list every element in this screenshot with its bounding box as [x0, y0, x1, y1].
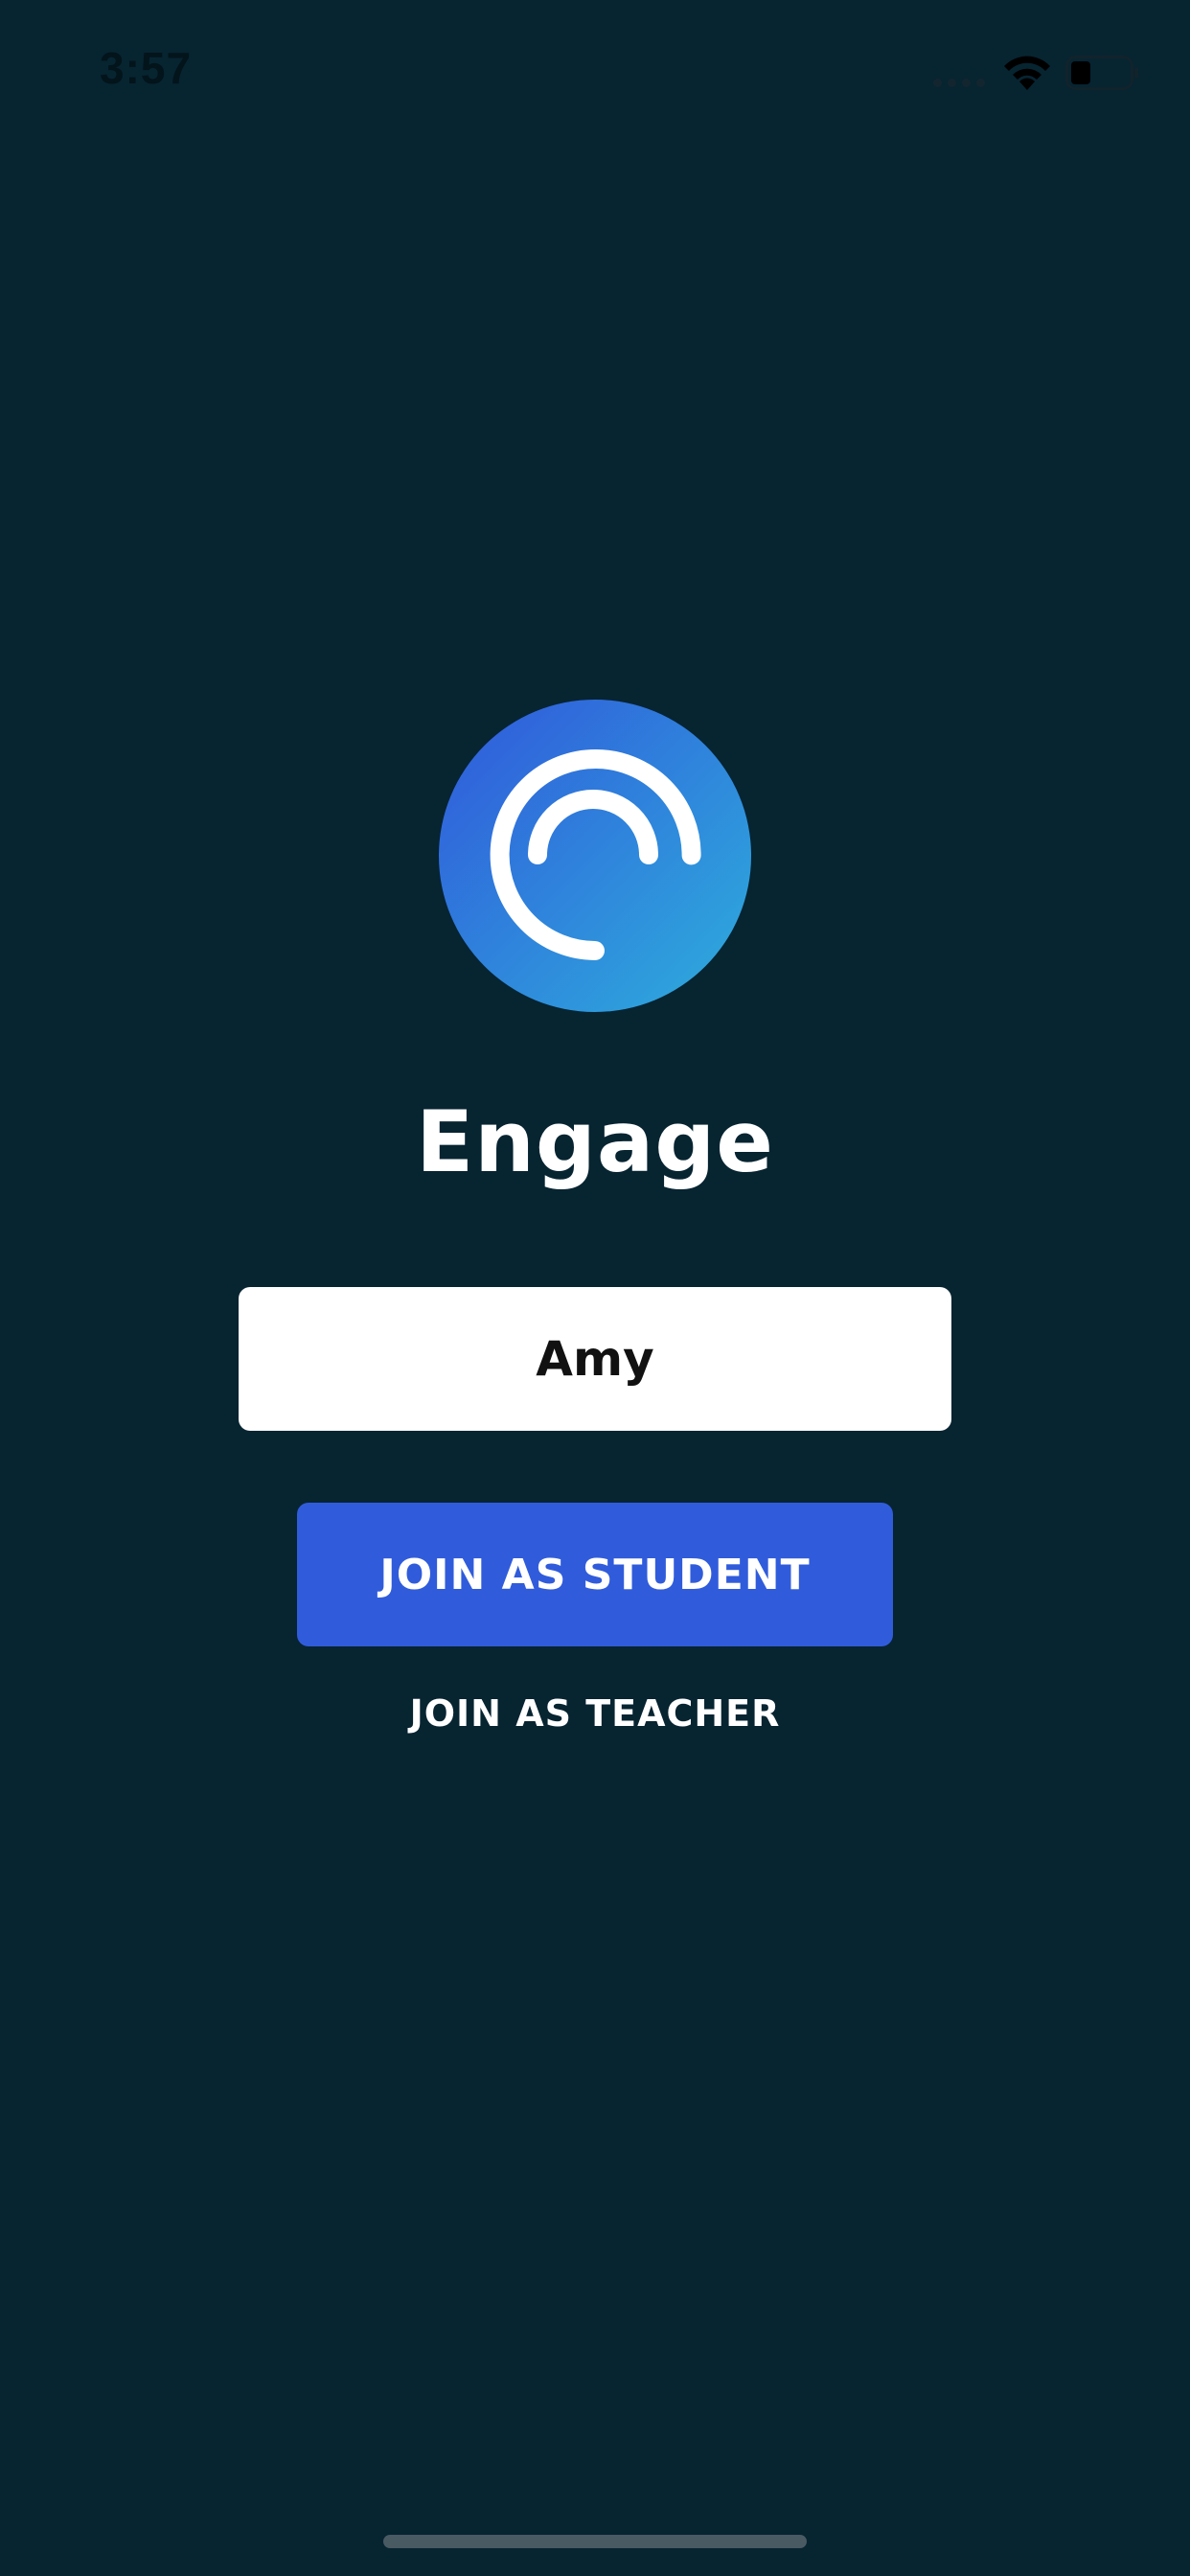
join-as-student-button[interactable]: JOIN AS STUDENT	[297, 1503, 893, 1646]
status-time: 3:57	[100, 43, 193, 93]
app-title: Engage	[416, 1092, 774, 1191]
engage-logo-icon	[439, 700, 751, 1012]
home-indicator[interactable]	[383, 2535, 807, 2548]
status-bar: 3:57	[0, 0, 1190, 134]
name-input[interactable]	[239, 1287, 951, 1431]
battery-icon	[1065, 56, 1138, 90]
cell-signal-icon	[933, 79, 991, 88]
wifi-icon	[1004, 56, 1050, 90]
join-as-teacher-link[interactable]: JOIN AS TEACHER	[0, 1692, 1190, 1735]
